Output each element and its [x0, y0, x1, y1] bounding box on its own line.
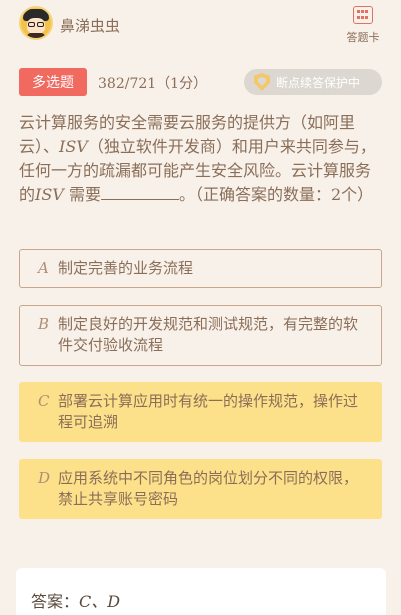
answer-label: 答案：: [31, 592, 80, 611]
answer-blank: [100, 184, 179, 200]
option-b[interactable]: B 制定良好的开发规范和测试规范，有完整的软件交付验收流程: [19, 305, 382, 366]
option-text: 部署云计算应用时有统一的操作规范，操作过程可追溯: [58, 392, 359, 431]
question-type-tag: 多选题: [19, 68, 87, 96]
option-letter: C: [38, 392, 50, 410]
option-text: 制定良好的开发规范和测试规范，有完整的软件交付验收流程: [58, 315, 359, 354]
option-letter: A: [38, 259, 49, 277]
answer-value: C、D: [79, 592, 121, 611]
question-meta: 多选题 382/721（1分） 断点续答保护中: [19, 68, 383, 96]
header: 鼻涕虫虫 答题卡: [0, 0, 401, 52]
option-text: 制定完善的业务流程: [58, 259, 194, 277]
option-a[interactable]: A 制定完善的业务流程: [19, 249, 382, 288]
grid-icon: [353, 6, 373, 24]
resume-protect-badge: 断点续答保护中: [244, 69, 382, 95]
answer-panel: 答案：C、D: [16, 568, 386, 615]
question-progress: 382/721（1分）: [98, 76, 208, 92]
shield-icon: [254, 73, 270, 91]
option-letter: D: [38, 469, 51, 487]
option-letter: B: [38, 315, 50, 333]
username: 鼻涕虫虫: [60, 17, 121, 35]
protect-label: 断点续答保护中: [276, 75, 361, 90]
avatar-icon[interactable]: [19, 6, 53, 40]
question-text: 云计算服务的安全需要云服务的提供方（如阿里云）、ISV（独立软件开发商）和用户来…: [19, 113, 376, 204]
option-text: 应用系统中不同角色的岗位划分不同的权限，禁止共享账号密码: [58, 469, 359, 508]
option-d[interactable]: D 应用系统中不同角色的岗位划分不同的权限，禁止共享账号密码: [19, 459, 382, 519]
option-c[interactable]: C 部署云计算应用时有统一的操作规范，操作过程可追溯: [19, 382, 382, 442]
answer-card-label: 答题卡: [346, 31, 380, 44]
answer-card-button[interactable]: 答题卡: [343, 6, 383, 45]
